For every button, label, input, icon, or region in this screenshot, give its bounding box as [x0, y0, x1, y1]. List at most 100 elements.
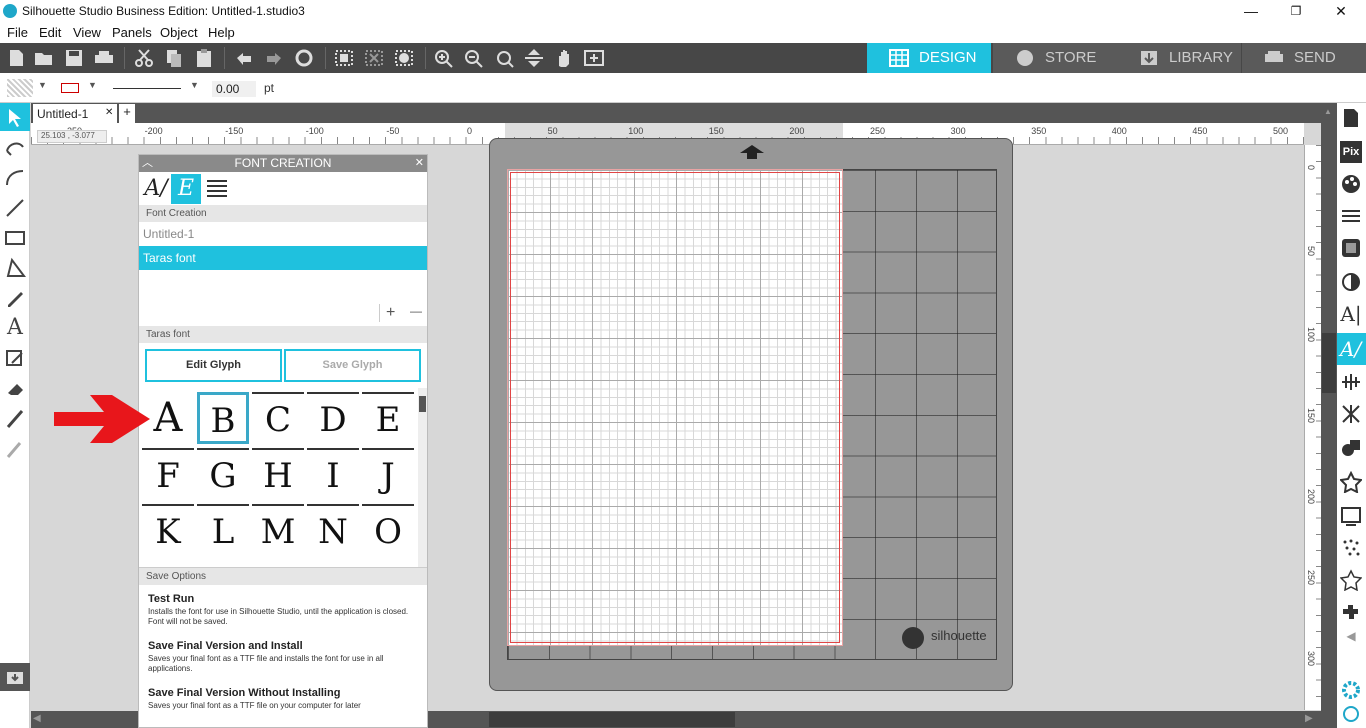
add-document-tab[interactable]: + — [119, 104, 135, 123]
compound-path-icon[interactable] — [393, 48, 415, 68]
glyph-edit-tab-icon[interactable]: E — [171, 174, 201, 204]
trace-icon[interactable] — [1340, 505, 1362, 527]
glyph-cell[interactable]: F — [142, 448, 194, 500]
text-tool-icon[interactable]: A — [4, 317, 26, 339]
zoom-out-icon[interactable] — [463, 48, 485, 68]
save-icon[interactable] — [63, 48, 85, 68]
menu-help[interactable]: Help — [208, 25, 235, 40]
edit-glyph-button[interactable]: Edit Glyph — [145, 349, 282, 382]
redo-icon[interactable] — [263, 48, 285, 68]
scroll-up-icon[interactable]: ▲ — [1324, 107, 1332, 116]
settings-gear-icon[interactable] — [1340, 679, 1362, 701]
glyph-cell[interactable]: E — [362, 392, 414, 444]
menu-object[interactable]: Object — [160, 25, 198, 40]
save-option-final-install[interactable]: Save Final Version and Install Saves you… — [148, 640, 418, 674]
glyph-cell[interactable]: B — [197, 392, 249, 444]
glyph-cell[interactable]: M — [252, 504, 304, 556]
sketch-icon[interactable] — [1340, 537, 1362, 559]
page-setup-icon[interactable] — [1340, 107, 1362, 129]
document-tab[interactable]: Untitled-1 ✕ — [33, 104, 117, 123]
panel-collapse-icon[interactable]: ︿ — [142, 155, 153, 172]
glyph-cell[interactable]: O — [362, 504, 414, 556]
font-list-item-selected[interactable]: Taras font — [139, 246, 427, 270]
glyph-grid-scrollbar[interactable] — [418, 388, 427, 567]
close-button[interactable]: ✕ — [1318, 0, 1364, 23]
fill-dropdown-icon[interactable]: ▼ — [38, 80, 47, 90]
align-icon[interactable] — [1340, 371, 1362, 393]
line-width-input[interactable]: 0.00 — [212, 81, 256, 97]
glyph-cell[interactable]: I — [307, 448, 359, 500]
curve-tool-icon[interactable] — [4, 167, 26, 189]
vertical-scroll-thumb[interactable] — [1322, 333, 1336, 393]
line-style-preview[interactable] — [113, 88, 181, 89]
add-font-button[interactable]: + — [386, 304, 395, 322]
tab-store[interactable]: STORE — [993, 43, 1117, 73]
text-style-icon[interactable]: A| — [1340, 303, 1362, 325]
remove-font-button[interactable]: — — [410, 304, 422, 318]
panel-close-icon[interactable]: ✕ — [415, 155, 424, 172]
offset-icon[interactable] — [1340, 471, 1362, 493]
sync-icon[interactable] — [1340, 703, 1362, 725]
save-option-final-no-install[interactable]: Save Final Version Without Installing Sa… — [148, 687, 418, 711]
zoom-in-icon[interactable] — [433, 48, 455, 68]
pixscan-icon[interactable]: Pix — [1340, 141, 1362, 163]
scroll-right-icon[interactable]: ▶ — [1305, 713, 1313, 724]
fill-color-palette-icon[interactable] — [1340, 173, 1362, 195]
knife-tool-icon[interactable] — [4, 407, 26, 429]
open-folder-icon[interactable] — [33, 48, 55, 68]
line-style-icon[interactable] — [1340, 205, 1362, 227]
select-tool[interactable] — [0, 103, 30, 131]
save-option-test-run[interactable]: Test Run Installs the font for use in Si… — [148, 593, 418, 627]
copy-icon[interactable] — [163, 48, 185, 68]
page-view-icon[interactable] — [583, 48, 605, 68]
glyph-cell[interactable]: K — [142, 504, 194, 556]
font-creation-panel-button[interactable]: A/ — [1337, 333, 1366, 365]
new-file-icon[interactable] — [5, 48, 27, 68]
rhinestone-icon[interactable] — [1340, 569, 1362, 591]
font-create-tab-icon[interactable]: A/ — [141, 174, 171, 204]
restore-button[interactable]: ❐ — [1273, 0, 1319, 23]
glyph-cell[interactable]: D — [307, 392, 359, 444]
group-icon[interactable] — [333, 48, 355, 68]
glyph-grid-scroll-thumb[interactable] — [419, 396, 426, 412]
line-color-dropdown-icon[interactable]: ▼ — [88, 80, 97, 90]
font-list-item[interactable]: Untitled-1 — [139, 222, 427, 246]
tab-send[interactable]: SEND — [1242, 43, 1366, 73]
glyph-cell[interactable]: G — [197, 448, 249, 500]
menu-view[interactable]: View — [73, 25, 101, 40]
line-style-dropdown-icon[interactable]: ▼ — [190, 80, 199, 90]
eyedropper-tool-icon[interactable] — [4, 437, 26, 459]
glyph-cell[interactable]: C — [252, 392, 304, 444]
line-color-swatch[interactable] — [61, 83, 79, 93]
panels-collapse-icon[interactable]: ◀ — [1340, 629, 1362, 651]
ungroup-icon[interactable] — [363, 48, 385, 68]
line-tool-icon[interactable] — [4, 197, 26, 219]
vertical-scrollbar[interactable]: ▲ — [1321, 103, 1337, 728]
point-edit-icon[interactable] — [4, 137, 26, 159]
fill-swatch[interactable] — [7, 79, 33, 97]
cut-icon[interactable] — [133, 48, 155, 68]
pan-hand-icon[interactable] — [553, 48, 575, 68]
zoom-select-icon[interactable] — [493, 48, 515, 68]
puzzle-icon[interactable] — [1340, 601, 1362, 623]
print-icon[interactable] — [93, 48, 115, 68]
modify-icon[interactable] — [1340, 437, 1362, 459]
tab-design[interactable]: DESIGN — [867, 43, 991, 73]
save-glyph-button[interactable]: Save Glyph — [284, 349, 421, 382]
glyph-cell[interactable]: H — [252, 448, 304, 500]
polygon-tool-icon[interactable] — [4, 257, 26, 279]
eraser-tool-icon[interactable] — [4, 377, 26, 399]
glyph-cell[interactable]: J — [362, 448, 414, 500]
rectangle-tool-icon[interactable] — [4, 227, 26, 249]
transparency-icon[interactable] — [1340, 271, 1362, 293]
edit-text-tool-icon[interactable] — [4, 347, 26, 369]
tab-library[interactable]: LIBRARY — [1117, 43, 1241, 73]
pencil-tool-icon[interactable] — [4, 287, 26, 309]
fill-pattern-icon[interactable] — [1340, 237, 1362, 259]
minimize-button[interactable]: — — [1228, 0, 1274, 23]
menu-edit[interactable]: Edit — [39, 25, 61, 40]
glyph-cell[interactable]: L — [197, 504, 249, 556]
menu-panels[interactable]: Panels — [112, 25, 152, 40]
fit-to-page-icon[interactable] — [523, 48, 545, 68]
glyph-cell[interactable]: N — [307, 504, 359, 556]
